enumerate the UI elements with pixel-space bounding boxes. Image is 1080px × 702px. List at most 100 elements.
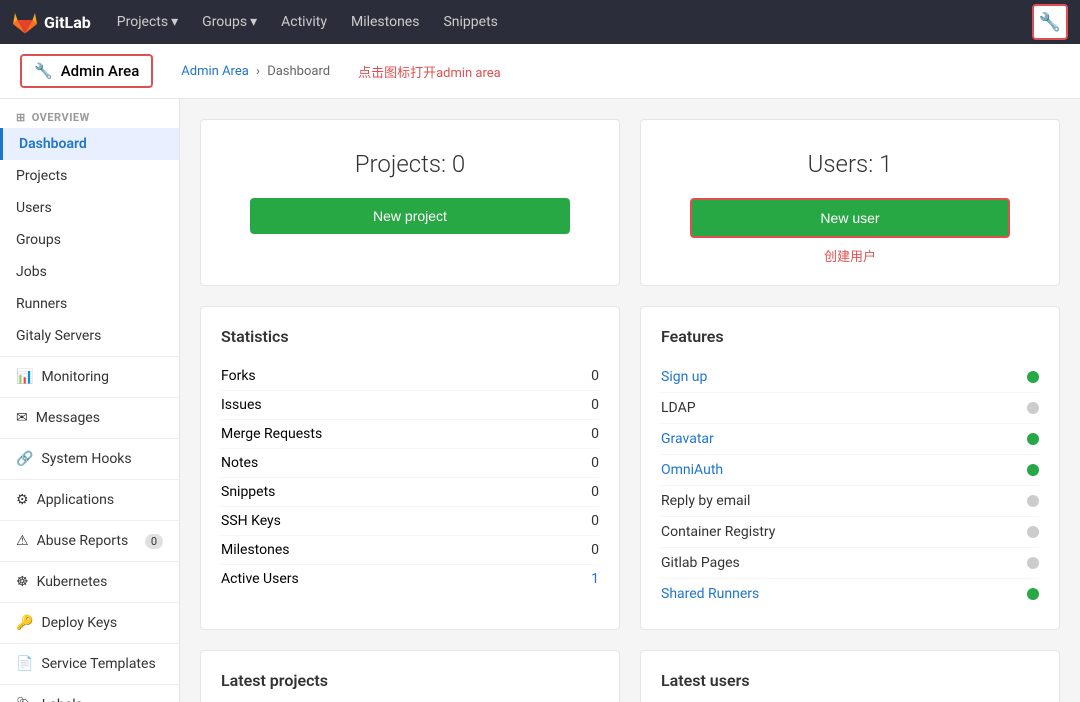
label-icon: 🏷 [16,697,34,702]
stats-features-row: Statistics Forks 0 Issues 0 Merge Reques… [200,306,1060,630]
brand-logo[interactable]: GitLab [12,9,91,35]
sidebar-item-runners[interactable]: Runners [0,288,179,320]
features-title: Features [661,327,1039,346]
statistics-card: Statistics Forks 0 Issues 0 Merge Reques… [200,306,620,630]
new-user-annotation: 创建用户 [661,246,1039,265]
status-dot-green [1027,433,1039,445]
feature-name: Reply by email [661,493,750,509]
monitor-icon: 📊 [16,369,33,385]
sidebar-divider-4 [0,479,179,480]
sidebar: ⊞ Overview Dashboard Projects Users Grou… [0,99,180,702]
breadcrumb-root[interactable]: Admin Area [181,64,249,79]
top-navigation: GitLab Projects ▾ Groups ▾ Activity Mile… [0,0,1080,44]
status-dot-gray [1027,402,1039,414]
sidebar-divider-6 [0,561,179,562]
sidebar-item-applications[interactable]: ⚙ Applications [0,484,179,516]
nav-groups[interactable]: Groups ▾ [192,8,267,36]
sidebar-item-users[interactable]: Users [0,192,179,224]
latest-projects-card: Latest projects [200,650,620,702]
sidebar-item-messages[interactable]: ✉ Messages [0,402,179,434]
stat-row: Active Users 1 [221,565,599,593]
hook-icon: 🔗 [16,451,33,467]
users-card: Users: 1 New user 创建用户 [640,119,1060,286]
stat-label: Issues [221,397,262,413]
sidebar-item-projects[interactable]: Projects [0,160,179,192]
feature-name[interactable]: Gravatar [661,431,714,447]
breadcrumb: Admin Area › Dashboard [181,64,330,79]
admin-area-icon-button[interactable] [1032,4,1068,40]
new-user-button[interactable]: New user [690,198,1010,238]
feature-row: Sign up [661,362,1039,393]
status-dot-gray [1027,495,1039,507]
admin-area-title: Admin Area [61,62,140,80]
admin-area-header: 🔧 Admin Area Admin Area › Dashboard 点击图标… [0,44,1080,99]
sidebar-divider-9 [0,684,179,685]
stat-row: Notes 0 [221,449,599,478]
feature-name: LDAP [661,400,696,416]
stat-row: Forks 0 [221,362,599,391]
brand-name: GitLab [44,13,91,32]
message-icon: ✉ [16,410,28,426]
projects-card: Projects: 0 New project [200,119,620,286]
sidebar-item-jobs[interactable]: Jobs [0,256,179,288]
abuse-reports-badge: 0 [145,534,163,549]
feature-row: LDAP [661,393,1039,424]
latest-projects-title: Latest projects [221,671,599,690]
sidebar-item-monitoring[interactable]: 📊 Monitoring [0,361,179,393]
sidebar-divider-2 [0,397,179,398]
stat-value: 0 [591,455,599,471]
sidebar-divider-8 [0,643,179,644]
projects-count-title: Projects: 0 [221,150,599,178]
sidebar-item-abuse-reports[interactable]: ⚠ Abuse Reports 0 [0,525,179,557]
latest-row: Latest projects Latest users Administrat… [200,650,1060,702]
nav-snippets[interactable]: Snippets [433,8,507,36]
latest-users-card: Latest users Administrator 27 minutes ag… [640,650,1060,702]
new-project-button[interactable]: New project [250,198,570,234]
sidebar-item-kubernetes[interactable]: ☸ Kubernetes [0,566,179,598]
sidebar-item-gitaly-servers[interactable]: Gitaly Servers [0,320,179,352]
stat-row: SSH Keys 0 [221,507,599,536]
key-icon: 🔑 [16,615,33,631]
stat-value: 0 [591,368,599,384]
features-rows: Sign up LDAP Gravatar OmniAuth Reply by emai… [661,362,1039,609]
stat-value[interactable]: 1 [591,571,599,587]
stat-label: Active Users [221,571,299,587]
stat-row: Milestones 0 [221,536,599,565]
stat-row: Merge Requests 0 [221,420,599,449]
feature-name[interactable]: OmniAuth [661,462,723,478]
feature-name[interactable]: Sign up [661,369,707,385]
sidebar-divider-5 [0,520,179,521]
latest-users-title: Latest users [661,671,1039,690]
status-dot-green [1027,371,1039,383]
feature-name[interactable]: Shared Runners [661,586,759,602]
stat-value: 0 [591,513,599,529]
sidebar-item-service-templates[interactable]: 📄 Service Templates [0,648,179,680]
sidebar-divider-1 [0,356,179,357]
sidebar-item-labels[interactable]: 🏷 Labels [0,689,179,702]
stat-value: 0 [591,397,599,413]
main-content: Projects: 0 New project Users: 1 New use… [180,99,1080,702]
nav-menu: Projects ▾ Groups ▾ Activity Milestones … [107,8,508,36]
status-dot-green [1027,464,1039,476]
app-icon: ⚙ [16,492,29,508]
breadcrumb-current: Dashboard [267,64,330,79]
feature-row: OmniAuth [661,455,1039,486]
stat-row: Snippets 0 [221,478,599,507]
feature-row: Shared Runners [661,579,1039,609]
status-dot-green [1027,588,1039,600]
feature-name: Gitlab Pages [661,555,740,571]
status-dot-gray [1027,526,1039,538]
nav-milestones[interactable]: Milestones [341,8,430,36]
stat-label: Snippets [221,484,275,500]
sidebar-item-deploy-keys[interactable]: 🔑 Deploy Keys [0,607,179,639]
sidebar-item-groups[interactable]: Groups [0,224,179,256]
users-count-title: Users: 1 [661,150,1039,178]
features-card: Features Sign up LDAP Gravatar OmniAuth Repl… [640,306,1060,630]
sidebar-section-overview: ⊞ Overview [0,99,179,128]
sidebar-item-dashboard[interactable]: Dashboard [0,128,179,160]
nav-activity[interactable]: Activity [271,8,337,36]
sidebar-item-system-hooks[interactable]: 🔗 System Hooks [0,443,179,475]
report-icon: ⚠ [16,533,29,549]
nav-right [1032,4,1068,40]
nav-projects[interactable]: Projects ▾ [107,8,188,36]
